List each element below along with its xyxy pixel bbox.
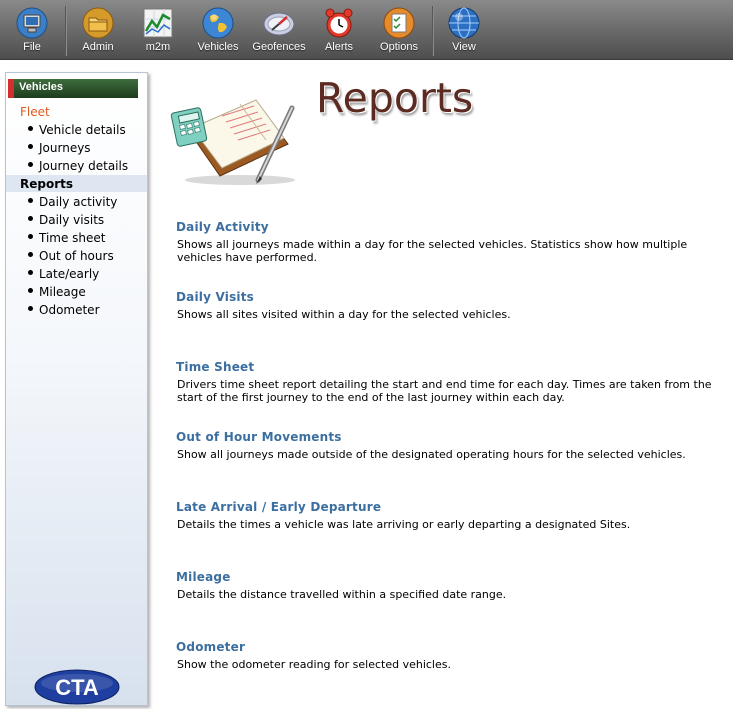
sidebar-item-label: Late/early <box>39 267 100 281</box>
report-description: Details the distance travelled within a … <box>177 588 507 601</box>
reports-illustration <box>170 99 295 185</box>
geofences-button-label: Geofences <box>252 41 306 53</box>
page-title: Reports <box>316 74 474 122</box>
sidebar: Vehicles Fleet Vehicle details Journeys … <box>5 72 148 706</box>
alerts-button[interactable]: Alerts <box>310 0 368 60</box>
alarm-clock-icon <box>325 8 353 38</box>
checklist-icon <box>383 7 415 39</box>
sidebar-item-label: Odometer <box>39 303 100 317</box>
bullet-icon <box>28 234 33 239</box>
admin-button-label: Admin <box>82 41 114 53</box>
sidebar-item-out-of-hours[interactable]: Out of hours <box>28 249 114 263</box>
sidebar-item-daily-activity[interactable]: Daily activity <box>28 195 117 209</box>
globe-view-icon <box>448 7 480 39</box>
options-button-label: Options <box>380 41 418 53</box>
sidebar-item-label: Daily visits <box>39 213 105 227</box>
bullet-icon <box>28 198 33 203</box>
main-toolbar: File Admin m2m Vehicles Geofences Alerts… <box>0 0 733 60</box>
sidebar-item-odometer[interactable]: Odometer <box>28 303 100 317</box>
view-button[interactable]: View <box>435 0 493 60</box>
vehicles-button-label: Vehicles <box>197 41 239 53</box>
sidebar-section-fleet[interactable]: Fleet <box>20 105 50 119</box>
file-button-label: File <box>23 41 41 53</box>
bullet-icon <box>28 126 33 131</box>
cta-logo-text: CTA <box>55 675 99 700</box>
sidebar-item-journeys[interactable]: Journeys <box>28 141 91 155</box>
sidebar-item-label: Journey details <box>39 159 129 173</box>
m2m-button-label: m2m <box>145 41 171 53</box>
bullet-icon <box>28 144 33 149</box>
bullet-icon <box>28 162 33 167</box>
bullet-icon <box>28 270 33 275</box>
vehicles-button[interactable]: Vehicles <box>189 0 247 60</box>
line-chart-icon <box>143 8 173 38</box>
sidebar-item-label: Out of hours <box>39 249 114 263</box>
bullet-icon <box>28 288 33 293</box>
m2m-button[interactable]: m2m <box>129 0 187 60</box>
toolbar-separator <box>65 6 67 56</box>
toolbar-separator <box>432 6 434 56</box>
sidebar-item-label: Vehicle details <box>39 123 126 137</box>
sidebar-item-time-sheet[interactable]: Time sheet <box>28 231 106 245</box>
admin-button[interactable]: Admin <box>69 0 127 60</box>
geofences-button[interactable]: Geofences <box>249 0 309 60</box>
sidebar-item-vehicle-details[interactable]: Vehicle details <box>28 123 126 137</box>
sidebar-item-label: Mileage <box>39 285 86 299</box>
bullet-icon <box>28 252 33 257</box>
report-link-time-sheet[interactable]: Time Sheet <box>176 360 254 374</box>
report-link-out-of-hour-movements[interactable]: Out of Hour Movements <box>176 430 342 444</box>
view-button-label: View <box>452 41 476 53</box>
report-description: Show all journeys made outside of the de… <box>177 448 686 461</box>
folder-icon <box>82 7 114 39</box>
cta-logo: CTA <box>34 669 120 705</box>
globe-icon <box>202 7 234 39</box>
report-description: Details the times a vehicle was late arr… <box>177 518 631 531</box>
computer-monitor-icon <box>16 7 48 39</box>
sidebar-item-mileage[interactable]: Mileage <box>28 285 86 299</box>
sidebar-item-label: Time sheet <box>39 231 106 245</box>
report-link-odometer[interactable]: Odometer <box>176 640 245 654</box>
sidebar-item-late-early[interactable]: Late/early <box>28 267 99 281</box>
sidebar-item-label: Daily activity <box>39 195 118 209</box>
report-link-daily-visits[interactable]: Daily Visits <box>176 290 254 304</box>
file-button[interactable]: File <box>3 0 61 60</box>
report-description: Drivers time sheet report detailing the … <box>177 378 712 404</box>
alerts-button-label: Alerts <box>324 41 354 53</box>
bullet-icon <box>28 216 33 221</box>
options-button[interactable]: Options <box>370 0 428 60</box>
compass-icon <box>263 12 295 36</box>
report-link-late-arrival-early-departure[interactable]: Late Arrival / Early Departure <box>176 500 381 514</box>
report-link-mileage[interactable]: Mileage <box>176 570 231 584</box>
report-description: Shows all sites visited within a day for… <box>177 308 511 321</box>
sidebar-header: Vehicles <box>8 79 138 98</box>
bullet-icon <box>28 306 33 311</box>
report-link-daily-activity[interactable]: Daily Activity <box>176 220 269 234</box>
report-description: Shows all journeys made within a day for… <box>177 238 688 264</box>
sidebar-section-reports[interactable]: Reports <box>20 177 73 191</box>
sidebar-item-daily-visits[interactable]: Daily visits <box>28 213 104 227</box>
report-description: Show the odometer reading for selected v… <box>177 658 451 671</box>
sidebar-item-journey-details[interactable]: Journey details <box>28 159 128 173</box>
sidebar-item-label: Journeys <box>39 141 91 155</box>
